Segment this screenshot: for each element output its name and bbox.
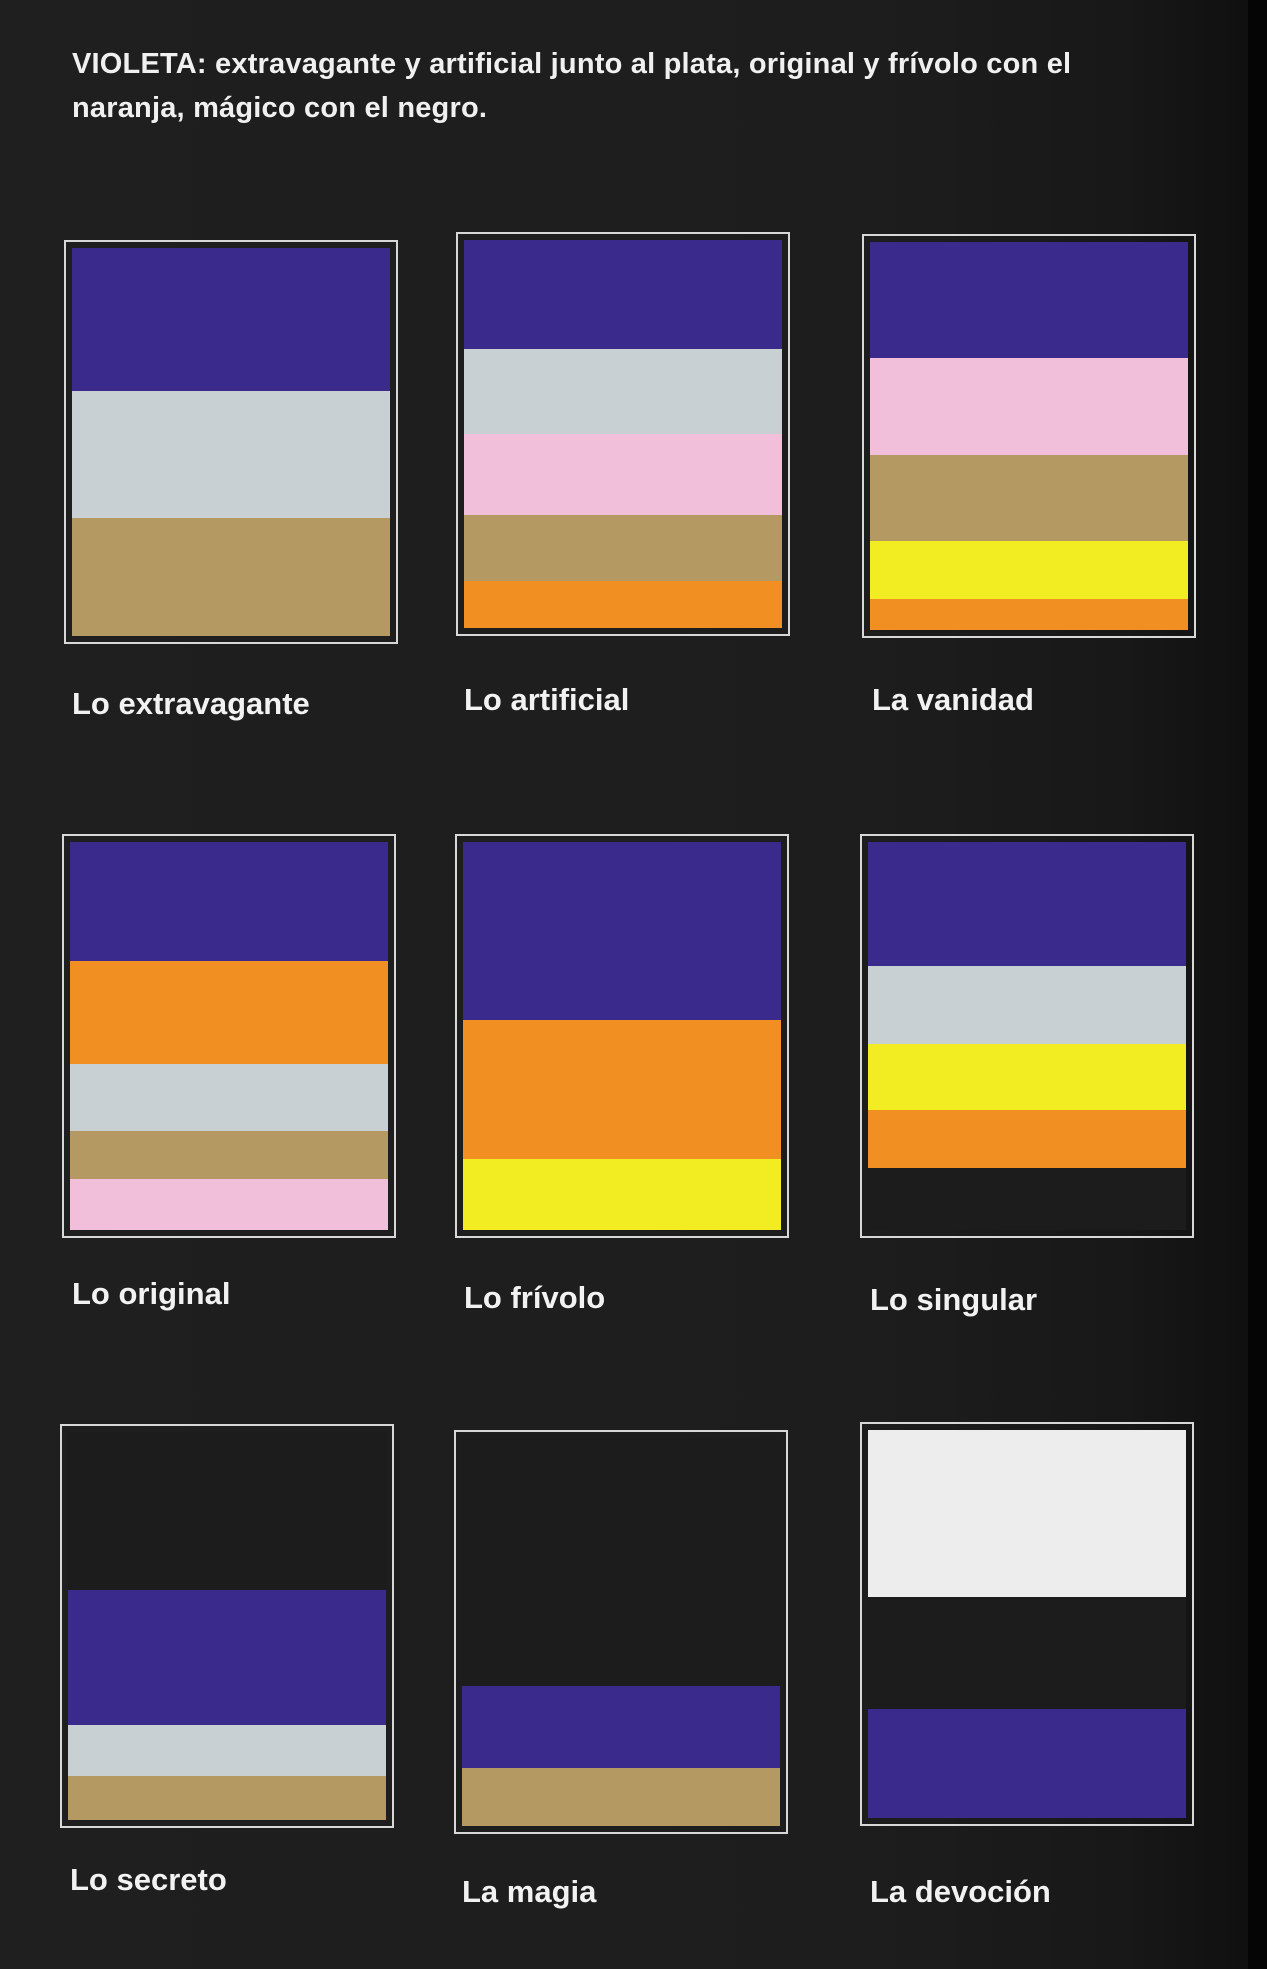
color-band-violet — [868, 1709, 1186, 1818]
swatch-label: Lo frívolo — [464, 1280, 606, 1315]
swatch-label: Lo artificial — [464, 682, 630, 717]
book-page: VIOLETA: extravagante y artificial junto… — [0, 0, 1248, 1969]
color-band-gold — [68, 1776, 386, 1820]
color-swatch — [72, 248, 390, 636]
color-band-orange — [70, 960, 388, 1064]
color-swatch — [70, 842, 388, 1231]
swatch-label: Lo original — [72, 1276, 231, 1311]
color-band-white — [868, 1430, 1186, 1597]
color-band-silver — [70, 1063, 388, 1132]
color-band-gold — [72, 517, 390, 636]
swatch-label: La vanidad — [872, 682, 1034, 717]
swatch-card-lo-extravagante — [64, 240, 398, 644]
color-band-violet — [870, 242, 1188, 359]
color-band-violet — [70, 842, 388, 961]
color-band-orange — [868, 1109, 1186, 1168]
color-band-yellow — [868, 1043, 1186, 1110]
swatch-label: Lo singular — [870, 1282, 1038, 1317]
color-swatch — [868, 1430, 1186, 1818]
swatch-label: La devoción — [870, 1874, 1051, 1909]
color-band-orange — [464, 581, 782, 628]
color-band-black — [868, 1167, 1186, 1230]
color-band-silver — [464, 348, 782, 434]
color-band-silver — [868, 966, 1186, 1044]
swatch-card-lo-frivolo — [455, 834, 789, 1238]
color-band-gold — [70, 1131, 388, 1179]
color-band-violet — [72, 248, 390, 392]
color-band-gold — [870, 455, 1188, 541]
color-band-violet — [68, 1590, 386, 1725]
book-spine-shadow — [1248, 0, 1267, 1969]
color-band-violet — [868, 842, 1186, 967]
color-band-black — [868, 1596, 1186, 1710]
color-band-yellow — [870, 540, 1188, 599]
color-band-black — [462, 1438, 780, 1687]
color-band-yellow — [463, 1158, 781, 1230]
swatch-card-la-vanidad — [862, 234, 1196, 638]
color-swatch — [868, 842, 1186, 1230]
color-band-black — [68, 1432, 386, 1591]
color-swatch — [68, 1432, 386, 1820]
color-band-orange — [870, 598, 1188, 631]
swatch-label: La magia — [462, 1874, 597, 1909]
swatch-label: Lo secreto — [70, 1862, 227, 1897]
swatch-card-la-devocion — [860, 1422, 1194, 1826]
color-band-gold — [462, 1767, 780, 1826]
color-band-pink — [464, 434, 782, 516]
swatch-card-lo-artificial — [456, 232, 790, 636]
color-band-violet — [462, 1686, 780, 1768]
swatch-label: Lo extravagante — [72, 686, 310, 721]
color-swatch — [462, 1438, 780, 1826]
color-band-pink — [870, 358, 1188, 456]
color-band-pink — [70, 1178, 388, 1231]
color-swatch — [870, 242, 1188, 631]
color-band-violet — [463, 842, 781, 1021]
color-band-silver — [72, 391, 390, 518]
color-swatch — [464, 240, 782, 628]
swatch-card-la-magia — [454, 1430, 788, 1834]
color-band-orange — [463, 1020, 781, 1159]
swatch-card-lo-secreto — [60, 1424, 394, 1828]
swatch-card-lo-original — [62, 834, 396, 1238]
page-heading: VIOLETA: extravagante y artificial junto… — [72, 48, 1072, 124]
color-band-silver — [68, 1724, 386, 1777]
swatch-card-lo-singular — [860, 834, 1194, 1238]
color-swatch — [463, 842, 781, 1230]
color-band-gold — [464, 515, 782, 582]
color-band-violet — [464, 240, 782, 349]
